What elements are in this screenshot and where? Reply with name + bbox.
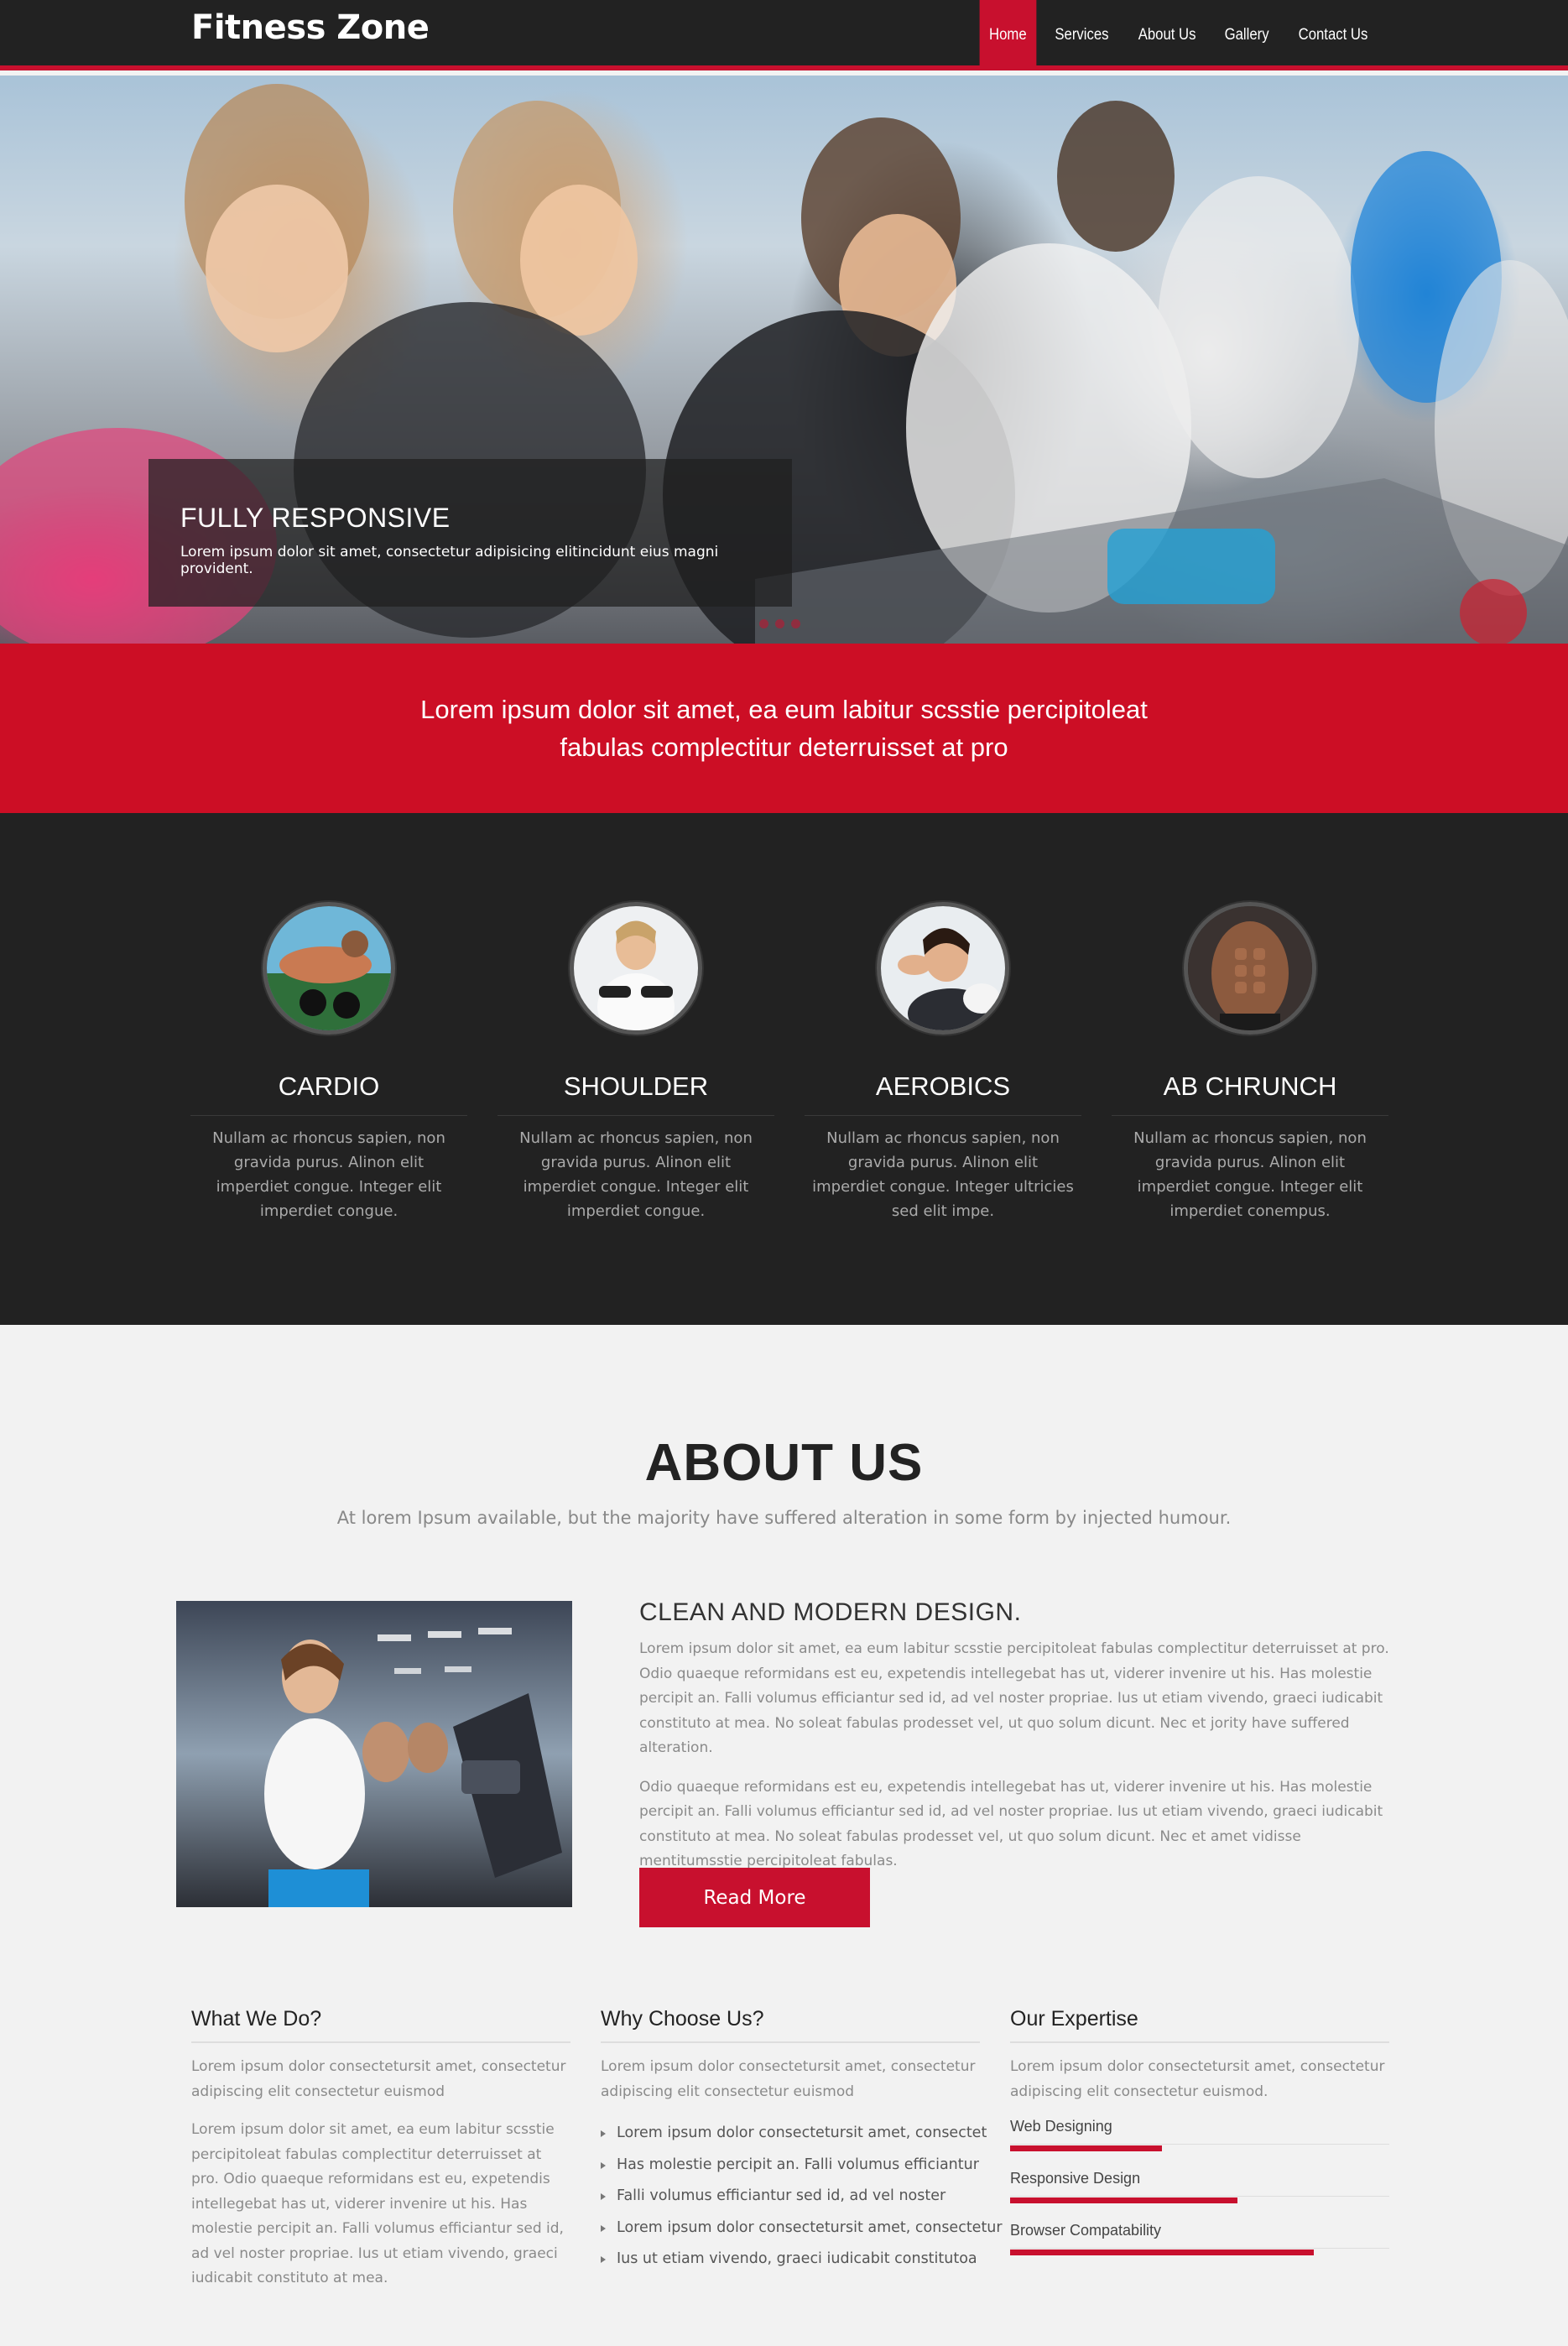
feature-title: AB CHRUNCH: [1112, 1071, 1388, 1116]
slider-pagination: [759, 619, 800, 628]
column-title: Why Choose Us?: [601, 2007, 980, 2043]
nav-home[interactable]: Home: [979, 0, 1037, 70]
feature-cardio: CARDIO Nullam ac rhoncus sapien, non gra…: [190, 902, 467, 1223]
list-item: Has molestie percipit an. Falli volumus …: [601, 2150, 980, 2182]
nav-gallery[interactable]: Gallery: [1215, 0, 1279, 70]
skill-bar-fill: [1010, 2145, 1162, 2151]
feature-text: Nullam ac rhoncus sapien, non gravida pu…: [212, 1129, 445, 1220]
column-intro: Lorem ipsum dolor consectetursit amet, c…: [1010, 2058, 1385, 2100]
slider-dot[interactable]: [791, 619, 800, 628]
about-paragraph-2: Odio quaeque reformidans est eu, expeten…: [639, 1778, 1383, 1870]
navbar: Fitness Zone Home Services About Us Gall…: [0, 0, 1568, 70]
feature-ab-chrunch: AB CHRUNCH Nullam ac rhoncus sapien, non…: [1112, 902, 1388, 1223]
feature-aerobics: AEROBICS Nullam ac rhoncus sapien, non g…: [805, 902, 1081, 1223]
list-item: Lorem ipsum dolor consectetursit amet, c…: [601, 2213, 1003, 2244]
feature-text: Nullam ac rhoncus sapien, non gravida pu…: [519, 1129, 753, 1220]
slider-dot[interactable]: [759, 619, 768, 628]
skill-label: Web Designing: [1010, 2118, 1112, 2135]
why-choose-us-column: Why Choose Us? Lorem ipsum dolor consect…: [601, 2007, 1003, 2276]
skill-label: Browser Compatability: [1010, 2222, 1162, 2239]
column-intro: Lorem ipsum dolor consectetursit amet, c…: [601, 2058, 976, 2100]
hero-caption: FULLY RESPONSIVE Lorem ipsum dolor sit a…: [148, 459, 792, 607]
main-nav: Home Services About Us Gallery Contact U…: [976, 0, 1383, 70]
hero-text: Lorem ipsum dolor sit amet, consectetur …: [180, 544, 719, 577]
skill-label: Responsive Design: [1010, 2170, 1141, 2187]
nav-contact-us[interactable]: Contact Us: [1289, 0, 1378, 70]
skill-responsive-design: Responsive Design: [1010, 2170, 1389, 2203]
feature-text: Nullam ac rhoncus sapien, non gravida pu…: [812, 1129, 1074, 1220]
read-more-button[interactable]: Read More: [639, 1868, 870, 1927]
column-text: Lorem ipsum dolor sit amet, ea eum labit…: [191, 2121, 564, 2286]
skill-browser-compatability: Browser Compatability: [1010, 2222, 1389, 2255]
promo-banner: Lorem ipsum dolor sit amet, ea eum labit…: [0, 644, 1568, 813]
list-item: Ius ut etiam vivendo, graeci iudicabit c…: [601, 2244, 980, 2276]
what-we-do-column: What We Do? Lorem ipsum dolor consectetu…: [191, 2007, 570, 2305]
about-image: [176, 1601, 572, 1907]
feature-shoulder: SHOULDER Nullam ac rhoncus sapien, non g…: [497, 902, 774, 1223]
column-intro: Lorem ipsum dolor consectetursit amet, c…: [191, 2058, 566, 2100]
skill-bar: [1010, 2248, 1389, 2255]
column-title: Our Expertise: [1010, 2007, 1389, 2043]
about-paragraph-1: Lorem ipsum dolor sit amet, ea eum labit…: [639, 1640, 1389, 1756]
hero-slider: FULLY RESPONSIVE Lorem ipsum dolor sit a…: [0, 76, 1568, 644]
column-title: What We Do?: [191, 2007, 570, 2043]
banner-text: Lorem ipsum dolor sit amet, ea eum labit…: [420, 695, 1148, 762]
brand-logo[interactable]: Fitness Zone: [191, 8, 430, 47]
list-item: Falli volumus efficiantur sed id, ad vel…: [601, 2181, 980, 2213]
about-content: CLEAN AND MODERN DESIGN. Lorem ipsum dol…: [639, 1598, 1394, 1889]
nav-about-us[interactable]: About Us: [1128, 0, 1206, 70]
feature-image[interactable]: [1184, 902, 1316, 1035]
skill-web-designing: Web Designing: [1010, 2118, 1389, 2151]
our-expertise-column: Our Expertise Lorem ipsum dolor consecte…: [1010, 2007, 1389, 2274]
skill-bar-fill: [1010, 2197, 1238, 2203]
feature-image[interactable]: [877, 902, 1009, 1035]
features-section: CARDIO Nullam ac rhoncus sapien, non gra…: [0, 813, 1568, 1325]
feature-title: SHOULDER: [497, 1071, 774, 1116]
slider-dot[interactable]: [775, 619, 784, 628]
about-subtitle: At lorem Ipsum available, but the majori…: [336, 1508, 1232, 1528]
feature-title: AEROBICS: [805, 1071, 1081, 1116]
feature-title: CARDIO: [190, 1071, 467, 1116]
feature-image[interactable]: [570, 902, 702, 1035]
skill-bar-fill: [1010, 2250, 1314, 2255]
nav-services[interactable]: Services: [1045, 0, 1118, 70]
reasons-list: Lorem ipsum dolor consectetursit amet, c…: [601, 2118, 1003, 2276]
skill-bar: [1010, 2196, 1389, 2203]
hero-title: FULLY RESPONSIVE: [180, 503, 451, 533]
feature-text: Nullam ac rhoncus sapien, non gravida pu…: [1133, 1129, 1367, 1220]
about-heading: CLEAN AND MODERN DESIGN.: [639, 1598, 1022, 1626]
skill-bar: [1010, 2144, 1389, 2151]
list-item: Lorem ipsum dolor consectetursit amet, c…: [601, 2118, 987, 2150]
feature-image[interactable]: [263, 902, 395, 1035]
about-title: ABOUT US: [644, 1434, 924, 1492]
